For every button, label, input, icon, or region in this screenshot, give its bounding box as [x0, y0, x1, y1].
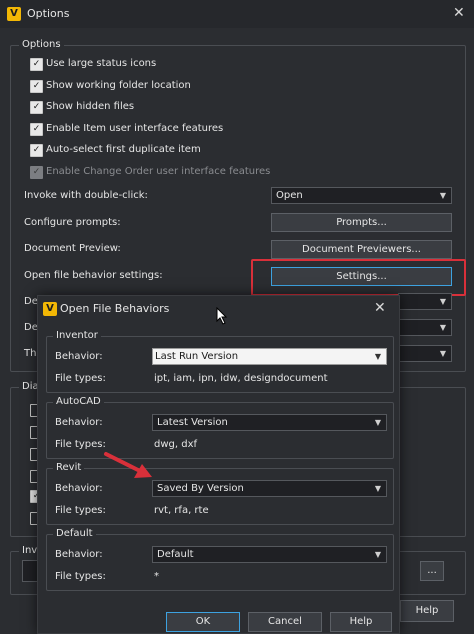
cancel-button[interactable]: Cancel	[248, 612, 322, 632]
revit-behavior-select[interactable]: Saved By Version ▼	[152, 480, 387, 497]
filetypes-label: File types:	[55, 505, 106, 516]
theme-select[interactable]: ▼	[398, 345, 452, 362]
default-behavior-select[interactable]: Default ▼	[152, 546, 387, 563]
default-group-label: Default	[53, 528, 96, 539]
inventor-group-label: Inventor	[53, 330, 101, 341]
window-title: Options	[27, 7, 70, 20]
autocad-filetypes: dwg, dxf	[154, 439, 198, 450]
dialog-close-icon[interactable]: ✕	[374, 300, 386, 316]
inventor-filetypes: ipt, iam, ipn, idw, designdocument	[154, 373, 328, 384]
checkbox-auto-select-duplicate[interactable]: ✓	[30, 144, 43, 157]
checkbox-label: Show working folder location	[46, 80, 191, 91]
chevron-down-icon: ▼	[374, 418, 381, 427]
app-logo-icon: V	[7, 7, 21, 21]
checkbox-working-folder[interactable]: ✓	[30, 80, 43, 93]
behavior-label: Behavior:	[55, 549, 103, 560]
revit-behavior-value: Saved By Version	[157, 483, 244, 494]
behavior-label: Behavior:	[55, 351, 103, 362]
mouse-cursor-icon	[216, 307, 228, 325]
invoke-select-value: Open	[276, 190, 303, 201]
invoke-label: Invoke with double-click:	[24, 190, 148, 201]
checkbox-label: Auto-select first duplicate item	[46, 144, 201, 155]
inventor-behavior-value: Last Run Version	[153, 351, 239, 362]
chevron-down-icon: ▼	[439, 191, 446, 200]
checkbox-label: Show hidden files	[46, 101, 135, 112]
main-help-button[interactable]: Help	[400, 600, 454, 622]
inv-browse-button[interactable]: ...	[420, 561, 444, 581]
invoke-select[interactable]: Open ▼	[271, 187, 452, 204]
checkbox-label: Enable Change Order user interface featu…	[46, 166, 271, 177]
checkbox-label: Enable Item user interface features	[46, 123, 224, 134]
chevron-down-icon: ▼	[374, 484, 381, 493]
open-behavior-settings-button[interactable]: Settings...	[271, 267, 452, 286]
dialog-title: Open File Behaviors	[60, 302, 170, 315]
options-group-label: Options	[19, 39, 64, 50]
open-file-behaviors-dialog: V Open File Behaviors ✕ Inventor Behavio…	[37, 295, 400, 634]
filetypes-label: File types:	[55, 439, 106, 450]
prompts-label: Configure prompts:	[24, 217, 121, 228]
behavior-label: Behavior:	[55, 483, 103, 494]
prompts-button[interactable]: Prompts...	[271, 213, 452, 232]
dialog-help-button[interactable]: Help	[330, 612, 392, 632]
chevron-down-icon: ▼	[439, 297, 446, 306]
open-behavior-label: Open file behavior settings:	[24, 270, 163, 281]
de-label: De	[24, 296, 38, 307]
de-select-2[interactable]: ▼	[398, 319, 452, 336]
default-filetypes: *	[154, 571, 159, 582]
revit-group-label: Revit	[53, 462, 85, 473]
document-preview-label: Document Preview:	[24, 243, 121, 254]
title-bar	[0, 0, 474, 28]
close-icon[interactable]: ✕	[453, 5, 465, 21]
checkbox-item-ui[interactable]: ✓	[30, 123, 43, 136]
filetypes-label: File types:	[55, 571, 106, 582]
behavior-label: Behavior:	[55, 417, 103, 428]
de-select[interactable]: ▼	[398, 293, 452, 310]
checkbox-label: Use large status icons	[46, 58, 157, 69]
chevron-down-icon: ▼	[374, 352, 381, 361]
checkbox-change-order-ui: ✓	[30, 166, 43, 179]
autocad-behavior-select[interactable]: Latest Version ▼	[152, 414, 387, 431]
app-logo-icon: V	[43, 302, 57, 316]
chevron-down-icon: ▼	[374, 550, 381, 559]
chevron-down-icon: ▼	[439, 323, 446, 332]
autocad-behavior-value: Latest Version	[157, 417, 228, 428]
inventor-behavior-select[interactable]: Last Run Version ▼	[152, 348, 387, 365]
filetypes-label: File types:	[55, 373, 106, 384]
default-behavior-value: Default	[157, 549, 194, 560]
checkbox-hidden-files[interactable]: ✓	[30, 101, 43, 114]
document-previewers-button[interactable]: Document Previewers...	[271, 240, 452, 259]
de-label-2: De	[24, 322, 38, 333]
annotation-arrow-icon	[104, 452, 152, 478]
chevron-down-icon: ▼	[439, 349, 446, 358]
ok-button[interactable]: OK	[166, 612, 240, 632]
autocad-group-label: AutoCAD	[53, 396, 104, 407]
revit-filetypes: rvt, rfa, rte	[154, 505, 209, 516]
checkbox-large-status-icons[interactable]: ✓	[30, 58, 43, 71]
